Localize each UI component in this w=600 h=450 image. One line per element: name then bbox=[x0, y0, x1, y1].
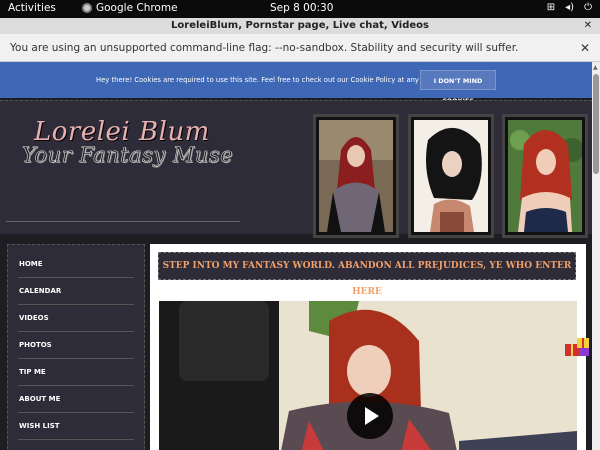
scroll-up-icon[interactable]: ▲ bbox=[593, 64, 598, 71]
header-photo-3[interactable] bbox=[502, 114, 588, 238]
activities-button[interactable]: Activities bbox=[8, 2, 56, 14]
chrome-icon bbox=[82, 3, 92, 13]
volume-icon: ◂) bbox=[565, 2, 575, 13]
system-tray[interactable]: ⊞ ◂) ⏻ bbox=[547, 2, 592, 13]
video-player[interactable] bbox=[159, 301, 577, 450]
main-content: STEP INTO MY FANTASY WORLD. ABANDON ALL … bbox=[150, 244, 586, 450]
nav-item-videos[interactable]: VIDEOS bbox=[18, 305, 134, 332]
cookie-banner: Hey there! Cookies are required to use t… bbox=[0, 62, 592, 105]
clock[interactable]: Sep 8 00:30 bbox=[270, 2, 333, 14]
nav-item-tip-me[interactable]: TIP ME bbox=[18, 359, 134, 386]
nav-item-calendar[interactable]: CALENDAR bbox=[18, 278, 134, 305]
cookie-message: Hey there! Cookies are required to use t… bbox=[96, 76, 439, 84]
play-button[interactable] bbox=[347, 393, 393, 439]
nav-item-about-me[interactable]: ABOUT ME bbox=[18, 386, 134, 413]
logo-tagline: Your Fantasy Muse bbox=[22, 143, 234, 168]
scrollbar-thumb[interactable] bbox=[593, 74, 599, 174]
nav-item-home[interactable]: HOME bbox=[18, 251, 134, 278]
nav-item-photos[interactable]: PHOTOS bbox=[18, 332, 134, 359]
app-menu[interactable]: Google Chrome bbox=[82, 2, 178, 14]
window-title: LoreleiBlum, Pornstar page, Live chat, V… bbox=[171, 20, 429, 31]
page-scrollbar[interactable]: ▲ bbox=[592, 62, 600, 450]
nav-item-wish-list[interactable]: WISH LIST bbox=[18, 413, 134, 440]
window-title-bar: LoreleiBlum, Pornstar page, Live chat, V… bbox=[0, 18, 600, 34]
photo-2-image bbox=[414, 120, 488, 232]
sidebar-nav: HOME CALENDAR VIDEOS PHOTOS TIP ME ABOUT… bbox=[7, 244, 145, 450]
photo-3-image bbox=[508, 120, 582, 232]
welcome-banner: STEP INTO MY FANTASY WORLD. ABANDON ALL … bbox=[158, 252, 576, 297]
system-top-bar: Activities Google Chrome Sep 8 00:30 ⊞ ◂… bbox=[0, 0, 600, 18]
close-infobar-icon[interactable]: ✕ bbox=[580, 34, 590, 62]
power-icon: ⏻ bbox=[584, 2, 592, 13]
accept-cookies-button[interactable]: I DON'T MIND COOKIES bbox=[420, 70, 496, 105]
gift-icon[interactable] bbox=[563, 332, 591, 360]
close-window-icon[interactable]: ✕ bbox=[584, 18, 592, 34]
warning-infobar: You are using an unsupported command-lin… bbox=[0, 34, 600, 62]
photo-1-image bbox=[319, 120, 393, 232]
header-divider bbox=[6, 221, 240, 222]
app-name: Google Chrome bbox=[96, 2, 178, 14]
infobar-message: You are using an unsupported command-lin… bbox=[10, 42, 519, 54]
header-photo-1[interactable] bbox=[313, 114, 399, 238]
page-viewport: Hey there! Cookies are required to use t… bbox=[0, 62, 592, 450]
header-photo-2[interactable] bbox=[408, 114, 494, 238]
network-icon: ⊞ bbox=[546, 2, 556, 13]
